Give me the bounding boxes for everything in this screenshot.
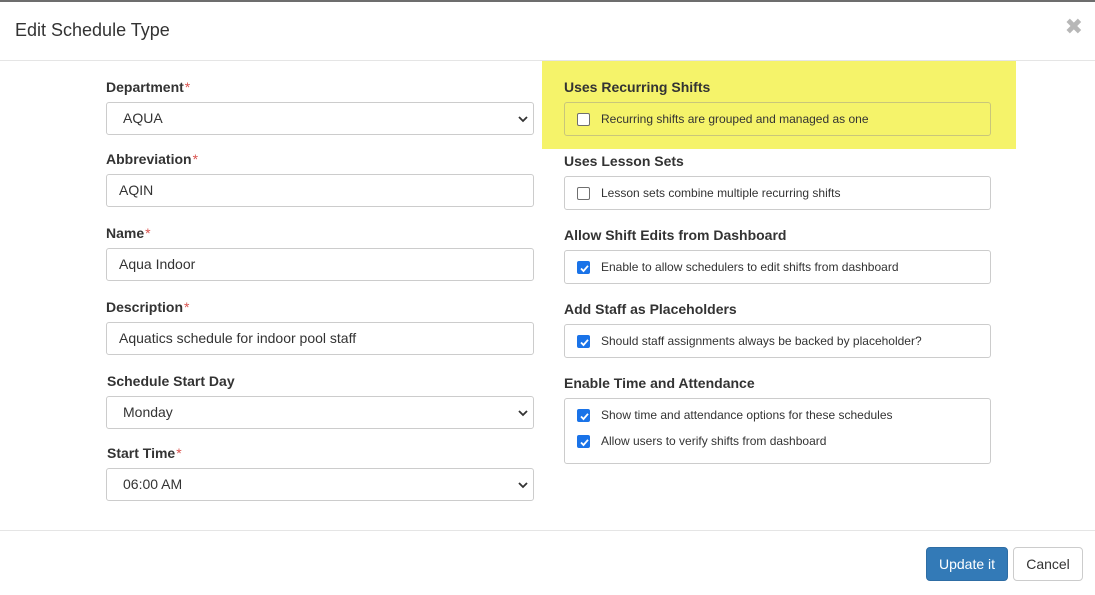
name-input[interactable]: Aqua Indoor xyxy=(106,248,534,281)
checkmark-icon xyxy=(580,439,589,447)
time-attendance-group: Show time and attendance options for the… xyxy=(564,398,991,464)
recurring-shifts-group: Recurring shifts are grouped and managed… xyxy=(564,102,991,136)
department-select[interactable]: AQUA xyxy=(106,102,534,135)
required-marker: * xyxy=(145,225,151,241)
lesson-sets-heading: Uses Lesson Sets xyxy=(564,153,684,169)
shift-edits-checkbox[interactable] xyxy=(577,261,590,274)
name-label-text: Name xyxy=(106,225,145,241)
modal-footer: Update it Cancel xyxy=(0,530,1095,595)
start-time-label: Start Time* xyxy=(107,445,182,461)
checkmark-icon xyxy=(580,265,589,273)
abbreviation-input[interactable]: AQIN xyxy=(106,174,534,207)
placeholders-option-label: Should staff assignments always be backe… xyxy=(601,334,922,348)
recurring-shifts-heading: Uses Recurring Shifts xyxy=(564,79,711,95)
description-label: Description* xyxy=(106,299,189,315)
update-button[interactable]: Update it xyxy=(926,547,1008,581)
placeholders-checkbox[interactable] xyxy=(577,335,590,348)
department-label: Department* xyxy=(106,79,190,95)
lesson-sets-group: Lesson sets combine multiple recurring s… xyxy=(564,176,991,210)
close-icon[interactable]: ✖ xyxy=(1065,16,1083,38)
chevron-down-icon xyxy=(518,410,528,417)
required-marker: * xyxy=(192,151,199,167)
start-time-select-value: 06:00 AM xyxy=(123,476,183,492)
start-day-select-value: Monday xyxy=(123,404,173,420)
shift-edits-heading: Allow Shift Edits from Dashboard xyxy=(564,227,787,243)
time-attendance-option-label: Show time and attendance options for the… xyxy=(601,408,893,422)
name-label: Name* xyxy=(106,225,151,241)
chevron-down-icon xyxy=(518,116,528,123)
required-marker: * xyxy=(184,299,190,315)
lesson-sets-checkbox[interactable] xyxy=(577,187,590,200)
recurring-shifts-option-label: Recurring shifts are grouped and managed… xyxy=(601,112,869,126)
abbreviation-label: Abbreviation* xyxy=(106,151,198,167)
start-time-select[interactable]: 06:00 AM xyxy=(106,468,534,501)
abbreviation-label-text: Abbreviation xyxy=(106,151,192,167)
cancel-button[interactable]: Cancel xyxy=(1013,547,1083,581)
recurring-shifts-checkbox[interactable] xyxy=(577,113,590,126)
required-marker: * xyxy=(184,79,191,95)
start-time-label-text: Start Time xyxy=(107,445,176,461)
shift-edits-option-label: Enable to allow schedulers to edit shift… xyxy=(601,260,899,274)
modal-header: Edit Schedule Type ✖ xyxy=(0,2,1095,61)
time-attendance-checkbox[interactable] xyxy=(577,409,590,422)
description-label-text: Description xyxy=(106,299,184,315)
shift-edits-group: Enable to allow schedulers to edit shift… xyxy=(564,250,991,284)
verify-shifts-option-label: Allow users to verify shifts from dashbo… xyxy=(601,434,827,448)
checkmark-icon xyxy=(580,339,589,347)
department-select-value: AQUA xyxy=(123,110,163,126)
required-marker: * xyxy=(176,445,182,461)
placeholders-heading: Add Staff as Placeholders xyxy=(564,301,737,317)
start-day-label-text: Schedule Start Day xyxy=(107,373,235,389)
checkmark-icon xyxy=(580,413,589,421)
description-input[interactable]: Aquatics schedule for indoor pool staff xyxy=(106,322,534,355)
time-attendance-heading: Enable Time and Attendance xyxy=(564,375,755,391)
start-day-label: Schedule Start Day xyxy=(107,373,235,389)
department-label-text: Department xyxy=(106,79,184,95)
abbreviation-input-value: AQIN xyxy=(119,182,154,198)
verify-shifts-checkbox[interactable] xyxy=(577,435,590,448)
lesson-sets-option-label: Lesson sets combine multiple recurring s… xyxy=(601,186,841,200)
start-day-select[interactable]: Monday xyxy=(106,396,534,429)
name-input-value: Aqua Indoor xyxy=(119,256,196,272)
edit-schedule-type-dialog: Edit Schedule Type ✖ Department* AQUA Ab… xyxy=(0,0,1095,593)
modal-title: Edit Schedule Type xyxy=(15,20,170,40)
placeholders-group: Should staff assignments always be backe… xyxy=(564,324,991,358)
chevron-down-icon xyxy=(518,482,528,489)
description-input-value: Aquatics schedule for indoor pool staff xyxy=(119,330,357,346)
